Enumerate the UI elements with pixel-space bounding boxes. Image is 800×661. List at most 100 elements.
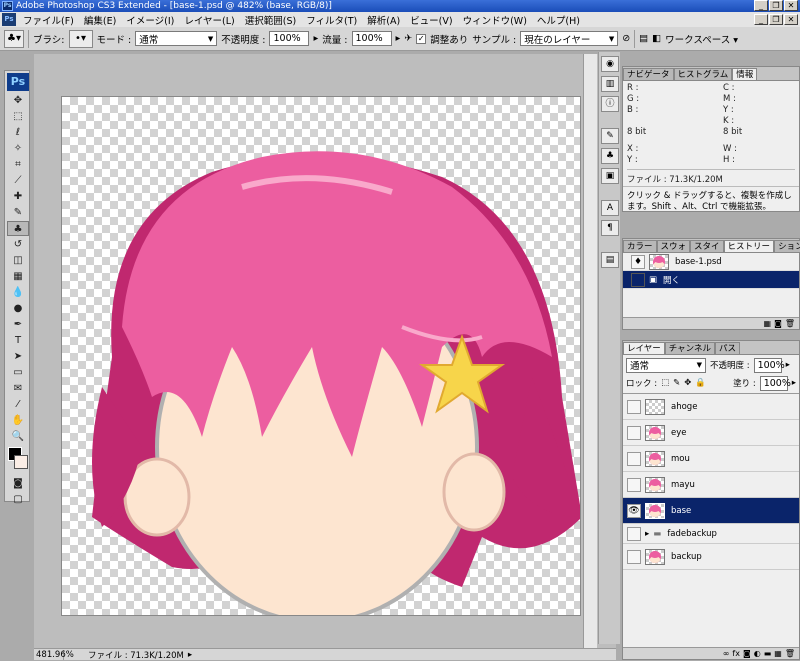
history-brush-source-icon[interactable]: ♦ bbox=[631, 254, 645, 269]
pen-tool-icon[interactable]: ✒ bbox=[7, 317, 29, 332]
menu-view[interactable]: ビュー(V) bbox=[405, 13, 457, 27]
layer-opacity-arrow-icon[interactable]: ▸ bbox=[786, 360, 790, 370]
trash-icon[interactable]: 🗑 bbox=[785, 648, 795, 659]
layer-row[interactable]: eye bbox=[623, 420, 799, 446]
vertical-scrollbar[interactable] bbox=[583, 54, 597, 649]
opacity-input[interactable]: 100% bbox=[269, 31, 310, 46]
lock-all-icon[interactable]: 🔒 bbox=[695, 378, 706, 388]
aligned-checkbox[interactable]: ✓ bbox=[416, 33, 427, 44]
tab-histogram[interactable]: ヒストグラム bbox=[673, 68, 733, 80]
tab-channels[interactable]: チャンネル bbox=[664, 342, 715, 354]
layer-row[interactable]: ahoge bbox=[623, 394, 799, 420]
tab-layers[interactable]: レイヤー bbox=[623, 342, 665, 354]
layer-row[interactable]: backup bbox=[623, 544, 799, 570]
snapshot-icon[interactable]: ◙ bbox=[774, 318, 782, 329]
adjustment-layer-icon[interactable]: ◐ bbox=[754, 648, 761, 659]
eraser-tool-icon[interactable]: ◫ bbox=[7, 253, 29, 268]
layer-row[interactable]: mou bbox=[623, 446, 799, 472]
menu-filter[interactable]: フィルタ(T) bbox=[301, 13, 362, 27]
menu-window[interactable]: ウィンドウ(W) bbox=[458, 13, 532, 27]
menu-help[interactable]: ヘルプ(H) bbox=[532, 13, 585, 27]
canvas-area[interactable] bbox=[34, 54, 616, 649]
tool-presets-dock-icon[interactable]: ♣ bbox=[601, 148, 619, 164]
expand-arrow-icon[interactable]: ▸ bbox=[645, 529, 649, 539]
ps-menu-icon[interactable]: Ps bbox=[2, 13, 16, 26]
menu-layer[interactable]: レイヤー(L) bbox=[179, 13, 239, 27]
layer-opacity-input[interactable]: 100% bbox=[753, 357, 785, 373]
paragraph-dock-icon[interactable]: ¶ bbox=[601, 220, 619, 236]
dodge-tool-icon[interactable]: ● bbox=[7, 301, 29, 316]
healing-tool-icon[interactable]: ✚ bbox=[7, 189, 29, 204]
tab-styles[interactable]: スタイ bbox=[690, 240, 724, 252]
mode-select[interactable]: 通常 ▼ bbox=[135, 31, 218, 46]
menu-analysis[interactable]: 解析(A) bbox=[362, 13, 405, 27]
tab-navigator[interactable]: ナビゲータ bbox=[623, 68, 674, 80]
zoom-tool-icon[interactable]: 🔍 bbox=[7, 429, 29, 444]
crop-tool-icon[interactable]: ⌗ bbox=[7, 157, 29, 172]
histogram-dock-icon[interactable]: ▥ bbox=[601, 76, 619, 92]
lock-position-icon[interactable]: ✥ bbox=[684, 378, 691, 388]
visibility-toggle[interactable] bbox=[627, 477, 641, 492]
sample-select[interactable]: 現在のレイヤー ▼ bbox=[520, 31, 619, 46]
lock-transparency-icon[interactable]: ⬚ bbox=[661, 378, 669, 388]
move-tool-icon[interactable]: ✥ bbox=[7, 93, 29, 108]
navigator-dock-icon[interactable]: ◉ bbox=[601, 56, 619, 72]
ps-logo[interactable]: Ps bbox=[7, 73, 29, 91]
tab-paths[interactable]: パス bbox=[715, 342, 741, 354]
clone-stamp-preset-button[interactable]: ♣▾ bbox=[4, 29, 24, 48]
history-brush-tool-icon[interactable]: ↺ bbox=[7, 237, 29, 252]
visibility-toggle[interactable] bbox=[627, 526, 641, 541]
layer-row-selected[interactable]: 👁 base bbox=[623, 498, 799, 524]
lock-pixels-icon[interactable]: ✎ bbox=[673, 378, 680, 388]
brush-tool-icon[interactable]: ✎ bbox=[7, 205, 29, 220]
blur-tool-icon[interactable]: 💧 bbox=[7, 285, 29, 300]
history-snapshot[interactable]: ♦ base-1.psd bbox=[623, 253, 799, 271]
lasso-tool-icon[interactable]: ℓ bbox=[7, 125, 29, 140]
airbrush-icon[interactable]: ✈ bbox=[404, 33, 412, 44]
info-dock-icon[interactable]: ⓘ bbox=[601, 96, 619, 112]
blend-mode-select[interactable]: 通常 ▼ bbox=[626, 357, 706, 373]
visibility-toggle[interactable] bbox=[627, 451, 641, 466]
new-layer-icon[interactable]: ▦ bbox=[774, 648, 782, 659]
new-document-icon[interactable]: ▦ bbox=[764, 318, 772, 329]
tab-color[interactable]: カラー bbox=[623, 240, 657, 252]
flow-input[interactable]: 100% bbox=[351, 31, 392, 46]
eyedropper-tool-icon[interactable]: ⁄ bbox=[7, 397, 29, 412]
visibility-toggle[interactable] bbox=[627, 425, 641, 440]
hand-tool-icon[interactable]: ✋ bbox=[7, 413, 29, 428]
minimize-button[interactable]: _ bbox=[754, 0, 768, 11]
quick-mask-icon[interactable]: ◙ bbox=[7, 476, 29, 491]
screen-mode-icon[interactable]: ▢ bbox=[7, 492, 29, 507]
doc-close-button[interactable]: ✕ bbox=[784, 14, 798, 25]
brushes-dock-icon[interactable]: ✎ bbox=[601, 128, 619, 144]
status-arrow-icon[interactable]: ▸ bbox=[188, 650, 192, 660]
add-mask-icon[interactable]: ◙ bbox=[743, 648, 751, 659]
close-button[interactable]: ✕ bbox=[784, 0, 798, 11]
fill-input[interactable]: 100% bbox=[759, 375, 791, 391]
fill-arrow-icon[interactable]: ▸ bbox=[792, 378, 796, 388]
flow-arrow-icon[interactable]: ▸ bbox=[396, 33, 401, 44]
ignore-adjustment-icon[interactable]: ⊘ bbox=[622, 33, 630, 44]
eye-icon[interactable]: 👁 bbox=[627, 503, 641, 518]
menu-select[interactable]: 選択範囲(S) bbox=[240, 13, 301, 27]
magic-wand-tool-icon[interactable]: ✧ bbox=[7, 141, 29, 156]
visibility-toggle[interactable] bbox=[627, 399, 641, 414]
restore-button[interactable]: ❐ bbox=[769, 0, 783, 11]
character-dock-icon[interactable]: A bbox=[601, 200, 619, 216]
shape-tool-icon[interactable]: ▭ bbox=[7, 365, 29, 380]
menu-image[interactable]: イメージ(I) bbox=[121, 13, 179, 27]
opacity-arrow-icon[interactable]: ▸ bbox=[313, 33, 318, 44]
link-layers-icon[interactable]: ∞ bbox=[723, 648, 730, 659]
history-item[interactable]: ▣ 開く bbox=[623, 271, 799, 289]
background-color-swatch[interactable] bbox=[14, 455, 28, 469]
notes-tool-icon[interactable]: ✉ bbox=[7, 381, 29, 396]
doc-minimize-button[interactable]: _ bbox=[754, 14, 768, 25]
zoom-readout[interactable]: 481.96% bbox=[34, 649, 74, 660]
workspace-menu[interactable]: ワークスペース ▾ bbox=[665, 32, 738, 46]
doc-restore-button[interactable]: ❐ bbox=[769, 14, 783, 25]
trash-icon[interactable]: 🗑 bbox=[785, 318, 795, 329]
palette-well-icon[interactable]: ▤ bbox=[639, 33, 648, 44]
slice-tool-icon[interactable]: ⟋ bbox=[7, 173, 29, 188]
menu-file[interactable]: ファイル(F) bbox=[18, 13, 79, 27]
path-select-tool-icon[interactable]: ➤ bbox=[7, 349, 29, 364]
